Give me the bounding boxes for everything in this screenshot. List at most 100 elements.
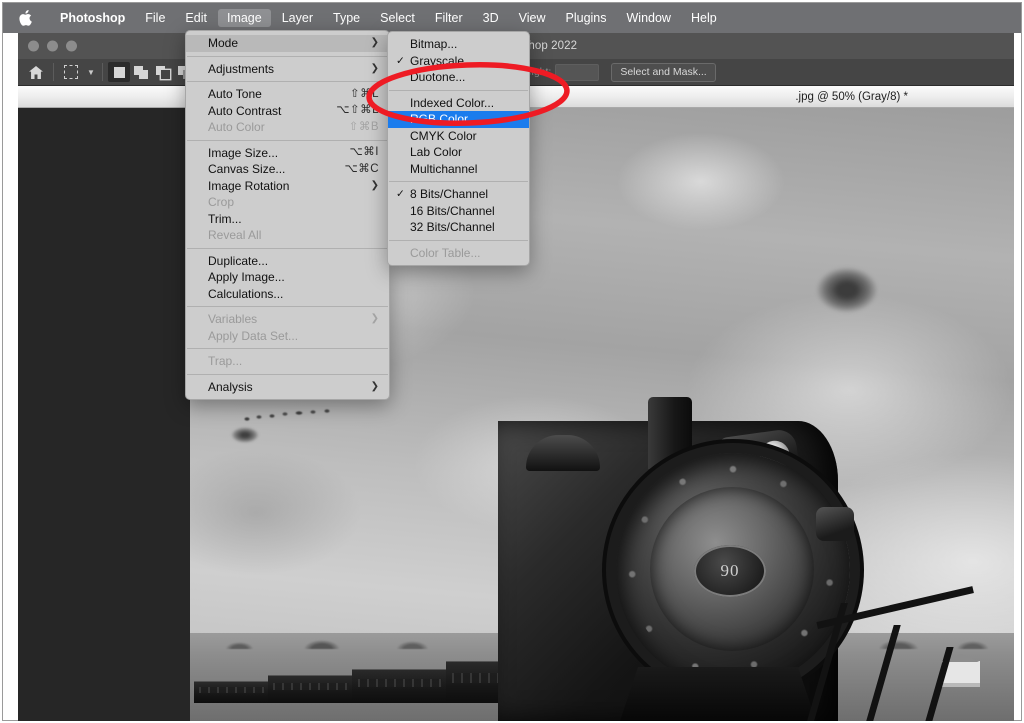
menu-bar-item-filter[interactable]: Filter — [426, 9, 472, 28]
menu-separator — [187, 139, 388, 141]
menu-item-label: Bitmap... — [410, 37, 458, 52]
menu-bar-item-edit[interactable]: Edit — [176, 9, 216, 28]
menu-bar-items: Photoshop File Edit Image Layer Type Select Fil… — [51, 8, 728, 28]
menu-item-shortcut: ⇧⌘B — [348, 120, 379, 133]
mode-submenu-dropdown[interactable]: Bitmap... ✓ Grayscale Duotone... Indexed Col… — [387, 31, 530, 266]
photo-dark-cloud-small — [231, 426, 260, 443]
menu-bar-item-layer[interactable]: Layer — [273, 9, 322, 28]
menu-bar-item-image[interactable]: Image — [217, 8, 271, 28]
menu-item-label: Apply Image... — [208, 270, 285, 285]
menu-item-adjustments[interactable]: Adjustments ❯ — [186, 61, 389, 78]
menu-separator — [187, 306, 388, 307]
menu-item-label: Calculations... — [208, 286, 284, 301]
menu-bar-item-select[interactable]: Select — [371, 9, 424, 28]
checkmark-icon: ✓ — [396, 54, 405, 67]
menu-item-shortcut: ⌥⌘C — [344, 162, 379, 175]
menu-bar-item-3d[interactable]: 3D — [474, 9, 508, 28]
menu-item-shortcut: ⇧⌘L — [349, 87, 379, 100]
menu-separator — [187, 81, 388, 82]
menu-item-label: Multichannel — [410, 161, 478, 176]
menu-bar-item-type[interactable]: Type — [324, 9, 369, 28]
menu-item-image-size[interactable]: Image Size... ⌥⌘I — [186, 145, 389, 162]
apple-logo-icon[interactable] — [19, 9, 35, 27]
menu-item-label: Duplicate... — [208, 253, 269, 268]
menu-item-multichannel[interactable]: Multichannel — [388, 161, 529, 178]
menu-item-auto-tone[interactable]: Auto Tone ⇧⌘L — [186, 86, 389, 103]
menu-item-rgb-color[interactable]: RGB Color — [388, 111, 529, 128]
menu-item-label: Crop — [208, 195, 235, 210]
menu-bar-item-help[interactable]: Help — [682, 9, 726, 28]
menu-item-auto-color: Auto Color ⇧⌘B — [186, 119, 389, 136]
menu-item-label: Analysis — [208, 379, 253, 394]
menu-separator — [187, 348, 388, 349]
menu-item-apply-image[interactable]: Apply Image... — [186, 269, 389, 286]
rectangular-marquee-icon[interactable] — [59, 61, 83, 83]
menu-item-auto-contrast[interactable]: Auto Contrast ⌥⇧⌘L — [186, 103, 389, 120]
menu-item-32-bits-channel[interactable]: 32 Bits/Channel — [388, 219, 529, 236]
menu-separator — [389, 239, 528, 241]
menu-item-duotone[interactable]: Duotone... — [388, 69, 529, 86]
menu-separator — [187, 247, 388, 249]
menu-item-crop: Crop — [186, 194, 389, 211]
chevron-down-icon[interactable]: ▼ — [83, 61, 97, 83]
menu-item-label: Adjustments — [208, 61, 275, 76]
menu-item-16-bits-channel[interactable]: 16 Bits/Channel — [388, 203, 529, 220]
menu-item-bitmap[interactable]: Bitmap... — [388, 36, 529, 53]
menu-separator — [187, 373, 388, 375]
add-to-selection-button[interactable] — [130, 62, 152, 82]
menu-item-label: Trap... — [208, 354, 243, 369]
menu-item-lab-color[interactable]: Lab Color — [388, 144, 529, 161]
home-icon[interactable] — [24, 61, 48, 83]
checkmark-icon: ✓ — [396, 188, 405, 200]
traffic-lights — [28, 40, 77, 52]
menu-bar-item-photoshop[interactable]: Photoshop — [51, 9, 134, 28]
zoom-button[interactable] — [66, 40, 77, 52]
menu-item-image-rotation[interactable]: Image Rotation ❯ — [186, 178, 389, 195]
menu-item-indexed-color[interactable]: Indexed Color... — [388, 95, 529, 112]
menu-item-label: Image Rotation — [208, 178, 290, 193]
close-button[interactable] — [28, 40, 39, 52]
menu-item-label: 16 Bits/Channel — [410, 203, 495, 218]
menu-item-label: Duotone... — [410, 70, 466, 85]
chevron-right-icon: ❯ — [370, 62, 379, 74]
menu-item-grayscale[interactable]: ✓ Grayscale — [388, 53, 529, 70]
subtract-from-selection-button[interactable] — [152, 62, 174, 82]
menu-item-label: RGB Color — [410, 112, 469, 127]
menu-bar-item-file[interactable]: File — [136, 9, 174, 28]
minimize-button[interactable] — [47, 40, 58, 52]
menu-bar-item-plugins[interactable]: Plugins — [557, 9, 616, 28]
menu-item-canvas-size[interactable]: Canvas Size... ⌥⌘C — [186, 161, 389, 178]
menu-item-8-bits-channel[interactable]: ✓ 8 Bits/Channel — [388, 186, 529, 203]
image-menu-dropdown[interactable]: Mode ❯ Adjustments ❯ Auto Tone ⇧⌘L Auto Contra… — [185, 30, 390, 400]
menu-item-label: Variables — [208, 312, 258, 327]
menu-item-label: Color Table... — [410, 245, 481, 260]
canvas-gutter — [18, 108, 190, 721]
divider — [53, 63, 54, 81]
chevron-right-icon: ❯ — [370, 179, 379, 191]
screenshot-root: Photoshop File Edit Image Layer Type Select Fil… — [0, 0, 1024, 723]
chevron-right-icon: ❯ — [370, 313, 379, 325]
menu-item-variables: Variables ❯ — [186, 311, 389, 328]
menu-item-apply-data-set: Apply Data Set... — [186, 328, 389, 345]
new-selection-button[interactable] — [108, 62, 130, 82]
menu-bar-item-window[interactable]: Window — [618, 9, 680, 28]
menu-item-trap: Trap... — [186, 353, 389, 370]
photo-locomotive: 90 — [498, 397, 978, 721]
height-input[interactable] — [555, 63, 600, 81]
photo-bird-flock — [239, 408, 345, 425]
menu-bar-item-view[interactable]: View — [510, 9, 555, 28]
menu-item-calculations[interactable]: Calculations... — [186, 286, 389, 303]
menu-item-trim[interactable]: Trim... — [186, 211, 389, 228]
menu-item-label: 8 Bits/Channel — [410, 187, 489, 202]
mac-menu-bar: Photoshop File Edit Image Layer Type Select Fil… — [3, 3, 1021, 33]
locomotive-number: 90 — [694, 545, 766, 597]
menu-item-cmyk-color[interactable]: CMYK Color — [388, 128, 529, 145]
menu-item-mode[interactable]: Mode ❯ — [186, 35, 389, 52]
menu-item-duplicate[interactable]: Duplicate... — [186, 253, 389, 270]
document-tab[interactable]: .jpg @ 50% (Gray/8) * — [795, 91, 908, 103]
menu-item-shortcut: ⌥⇧⌘L — [336, 104, 379, 116]
menu-item-reveal-all: Reveal All — [186, 227, 389, 244]
select-and-mask-button[interactable]: Select and Mask... — [611, 62, 716, 82]
menu-item-analysis[interactable]: Analysis ❯ — [186, 379, 389, 396]
menu-item-label: Canvas Size... — [208, 162, 286, 177]
